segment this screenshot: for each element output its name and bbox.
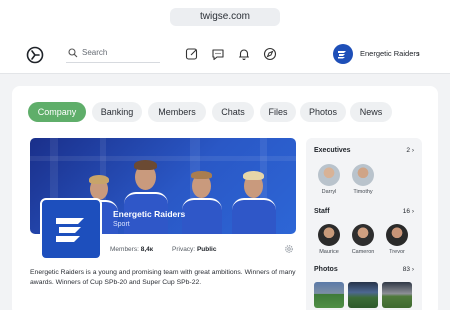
executives-title[interactable]: Executives — [314, 147, 351, 154]
bell-icon[interactable] — [237, 47, 251, 61]
team-stats: Members: 8,4к Privacy: Public — [110, 246, 216, 253]
chevron-right-icon: › — [411, 266, 414, 273]
search-placeholder: Search — [82, 48, 108, 57]
compass-icon[interactable] — [263, 47, 277, 61]
photos-count[interactable]: 83 › — [403, 266, 414, 273]
team-avatar — [333, 44, 353, 64]
photos-title[interactable]: Photos — [314, 266, 338, 273]
photo-thumbnail[interactable] — [348, 282, 378, 308]
top-navigation: Search Energetic Raiders › — [0, 36, 450, 74]
staff-title[interactable]: Staff — [314, 208, 330, 215]
url-field[interactable]: twigse.com — [170, 8, 280, 26]
team-switcher-button[interactable]: Energetic Raiders › — [333, 44, 429, 64]
chat-icon[interactable] — [211, 47, 225, 61]
search-icon — [68, 48, 78, 58]
avatar-maurice[interactable] — [318, 224, 340, 246]
tab-members[interactable]: Members — [148, 102, 206, 122]
person-name: Trevor — [389, 249, 405, 255]
chevron-right-icon: › — [411, 208, 414, 215]
tab-company[interactable]: Company — [28, 102, 86, 122]
team-category: Sport — [113, 221, 130, 228]
privacy-label: Privacy: — [172, 246, 196, 253]
chevron-right-icon: › — [411, 147, 414, 154]
gear-icon[interactable] — [284, 244, 294, 254]
photo-thumbnail[interactable] — [314, 282, 344, 308]
members-count[interactable]: 8,4к — [141, 246, 153, 253]
executives-count[interactable]: 2 › — [406, 147, 414, 154]
person-name: Darryl — [321, 189, 337, 195]
person-name: Maurice — [319, 249, 339, 255]
tab-news[interactable]: News — [350, 102, 392, 122]
tab-banking[interactable]: Banking — [92, 102, 142, 122]
tab-photos[interactable]: Photos — [300, 102, 346, 122]
team-description: Energetic Raiders is a young and promisi… — [30, 269, 296, 286]
app-logo-icon[interactable] — [26, 46, 44, 64]
avatar-trevor[interactable] — [386, 224, 408, 246]
avatar-darryl[interactable] — [318, 164, 340, 186]
photo-thumbnail[interactable] — [382, 282, 412, 308]
tab-files[interactable]: Files — [260, 102, 296, 122]
avatar-timothy[interactable] — [352, 164, 374, 186]
person-name: Timothy — [353, 189, 373, 195]
members-label: Members: — [110, 246, 139, 253]
browser-bar: twigse.com — [0, 0, 450, 36]
team-logo — [40, 198, 102, 260]
person-name: Cameron — [351, 249, 375, 255]
edit-icon[interactable] — [185, 47, 199, 61]
team-title: Energetic Raiders — [113, 209, 186, 219]
search-input[interactable]: Search — [66, 45, 160, 63]
team-emblem-icon — [56, 218, 84, 242]
avatar-cameron[interactable] — [352, 224, 374, 246]
tab-chats[interactable]: Chats — [212, 102, 254, 122]
team-sidebar: Executives 2 › Darryl Timothy Staff 16 ›… — [306, 138, 422, 310]
privacy-value: Public — [196, 246, 217, 253]
chevron-right-icon: › — [417, 49, 420, 58]
team-profile-card: Company Banking Members Chats Files Phot… — [12, 86, 438, 310]
team-name: Energetic Raiders — [360, 49, 420, 58]
team-logo-icon — [338, 51, 346, 59]
staff-count[interactable]: 16 › — [403, 208, 414, 215]
